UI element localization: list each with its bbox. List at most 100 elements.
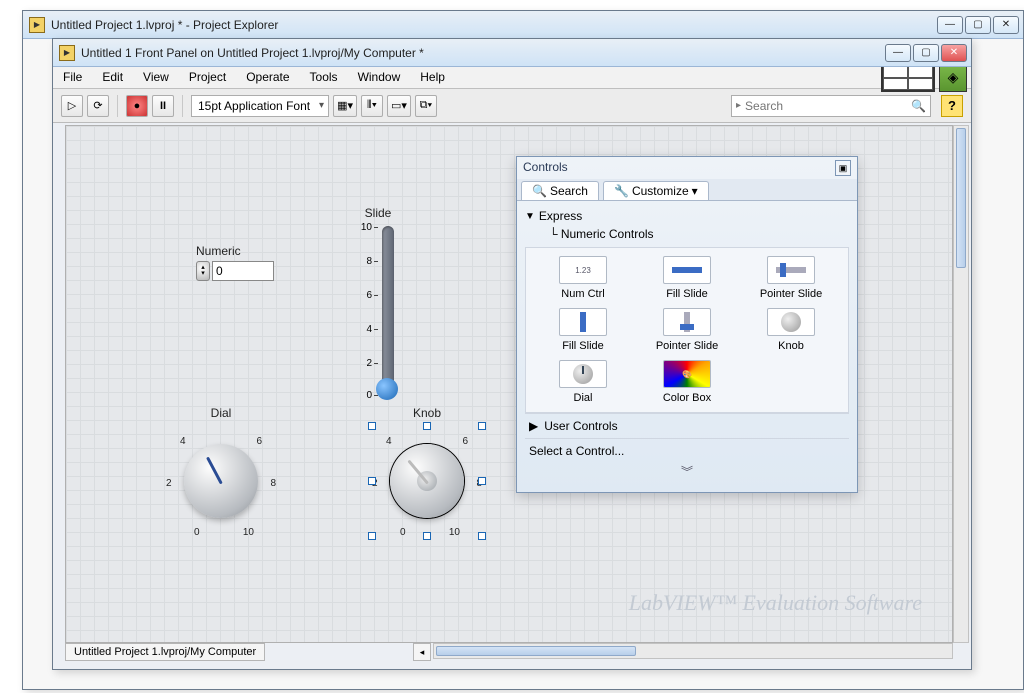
close-button[interactable]: ✕ — [993, 16, 1019, 34]
menu-window[interactable]: Window — [348, 67, 411, 88]
expand-icon: ▶ — [529, 419, 538, 433]
maximize-button[interactable]: ▢ — [913, 44, 939, 62]
vertical-scrollbar[interactable] — [953, 125, 969, 643]
resize-button[interactable]: ▭▾ — [387, 95, 411, 117]
menu-project[interactable]: Project — [179, 67, 236, 88]
numeric-input[interactable] — [212, 261, 274, 281]
minimize-button[interactable]: — — [937, 16, 963, 34]
reorder-button[interactable]: ⧉▾ — [415, 95, 437, 117]
palette-item-fill-slide-h[interactable]: Fill Slide — [638, 256, 736, 300]
scrollbar-thumb[interactable] — [436, 646, 636, 656]
menu-view[interactable]: View — [133, 67, 179, 88]
run-continuous-button[interactable]: ⟳ — [87, 95, 109, 117]
panel-pattern-icon[interactable] — [881, 64, 935, 92]
dial-tick: 2 — [166, 478, 172, 489]
palette-item-pointer-slide-h[interactable]: Pointer Slide — [742, 256, 840, 300]
search-icon: 🔍 — [911, 99, 926, 113]
horizontal-scrollbar[interactable] — [433, 643, 953, 659]
knob-control[interactable]: Knob 0 2 4 6 8 10 — [372, 406, 482, 536]
knob-tick: 0 — [400, 527, 406, 538]
dial-tick: 8 — [270, 478, 276, 489]
distribute-button[interactable]: ⫴▾ — [361, 95, 383, 117]
palette-subcategory: └ Numeric Controls — [525, 227, 849, 247]
numeric-spinner[interactable]: ▴▾ — [196, 261, 210, 281]
project-explorer-titlebar: Untitled Project 1.lvproj * - Project Ex… — [23, 11, 1023, 39]
dial-tick: 10 — [243, 527, 254, 538]
palette-search-tab[interactable]: 🔍Search — [521, 181, 599, 200]
selection-handle[interactable] — [478, 532, 486, 540]
controls-palette[interactable]: Controls ▣ 🔍Search 🔧Customize▾ ▼ Express… — [516, 156, 858, 493]
toolbar-search[interactable]: ▸ 🔍 — [731, 95, 931, 117]
knob-label: Knob — [372, 406, 482, 420]
font-selector[interactable]: 15pt Application Font — [191, 95, 329, 117]
numeric-control[interactable]: Numeric ▴▾ — [196, 244, 274, 281]
slide-tick: 4 — [348, 324, 378, 335]
palette-item-pointer-slide-v[interactable]: Pointer Slide — [638, 308, 736, 352]
slide-tick: 10 — [348, 222, 378, 233]
status-tab-nav[interactable]: ◂ — [413, 643, 431, 661]
palette-select-control[interactable]: Select a Control... — [525, 438, 849, 463]
palette-title[interactable]: Controls ▣ — [517, 157, 857, 179]
palette-category-express[interactable]: ▼ Express — [525, 205, 849, 227]
close-button[interactable]: ✕ — [941, 44, 967, 62]
numeric-label: Numeric — [196, 244, 274, 258]
vi-icon[interactable]: ◈ — [939, 64, 967, 92]
palette-item-num-ctrl[interactable]: 1.23Num Ctrl — [534, 256, 632, 300]
selection-handle[interactable] — [478, 422, 486, 430]
knob-tick: 10 — [449, 527, 460, 538]
labview-icon — [29, 17, 45, 33]
slide-tick: 2 — [348, 358, 378, 369]
palette-category-label: Express — [539, 209, 582, 223]
separator — [117, 95, 118, 117]
front-panel-window: Untitled 1 Front Panel on Untitled Proje… — [52, 38, 972, 670]
context-help-button[interactable]: ? — [941, 95, 963, 117]
abort-button[interactable]: ● — [126, 95, 148, 117]
palette-item-knob[interactable]: Knob — [742, 308, 840, 352]
menu-edit[interactable]: Edit — [92, 67, 133, 88]
front-panel-title: Untitled 1 Front Panel on Untitled Proje… — [81, 46, 883, 60]
dial-control[interactable]: Dial 0 2 4 6 8 10 — [166, 406, 276, 536]
selection-handle[interactable] — [478, 477, 486, 485]
slide-control[interactable]: Slide 10 8 6 4 2 0 — [348, 206, 408, 400]
wrench-icon: 🔧 — [614, 184, 629, 198]
slide-tick: 6 — [348, 290, 378, 301]
status-path-tab[interactable]: Untitled Project 1.lvproj/My Computer — [65, 643, 265, 661]
palette-customize-tab[interactable]: 🔧Customize▾ — [603, 181, 709, 200]
front-panel-titlebar: Untitled 1 Front Panel on Untitled Proje… — [53, 39, 971, 67]
collapse-icon: ▼ — [525, 211, 535, 222]
minimize-button[interactable]: — — [885, 44, 911, 62]
selection-handle[interactable] — [368, 477, 376, 485]
menu-tools[interactable]: Tools — [300, 67, 348, 88]
selection-handle[interactable] — [368, 532, 376, 540]
palette-item-dial[interactable]: Dial — [534, 360, 632, 404]
front-panel-canvas[interactable]: Numeric ▴▾ Slide 10 8 6 4 2 0 Dial — [65, 125, 953, 643]
selection-handle[interactable] — [423, 422, 431, 430]
menu-operate[interactable]: Operate — [236, 67, 299, 88]
slide-thumb[interactable] — [376, 378, 398, 400]
search-input[interactable] — [745, 99, 911, 113]
menu-bar: File Edit View Project Operate Tools Win… — [53, 67, 971, 89]
menu-file[interactable]: File — [53, 67, 92, 88]
palette-more-icon[interactable]: ︾ — [525, 463, 849, 484]
project-explorer-title: Untitled Project 1.lvproj * - Project Ex… — [51, 18, 935, 32]
selection-handle[interactable] — [423, 532, 431, 540]
dial-tick: 4 — [180, 436, 186, 447]
palette-item-color-box[interactable]: 🎨Color Box — [638, 360, 736, 404]
slide-track[interactable] — [382, 226, 394, 396]
menu-help[interactable]: Help — [410, 67, 455, 88]
toolbar: ▷ ⟳ ● II 15pt Application Font ▦▾ ⫴▾ ▭▾ … — [53, 89, 971, 123]
separator — [182, 95, 183, 117]
palette-user-controls[interactable]: ▶User Controls — [525, 413, 849, 438]
palette-pin-button[interactable]: ▣ — [835, 160, 851, 176]
search-icon: 🔍 — [532, 184, 547, 198]
pause-button[interactable]: II — [152, 95, 174, 117]
labview-icon — [59, 45, 75, 61]
align-button[interactable]: ▦▾ — [333, 95, 357, 117]
slide-tick: 0 — [348, 390, 378, 401]
run-button[interactable]: ▷ — [61, 95, 83, 117]
palette-item-fill-slide-v[interactable]: Fill Slide — [534, 308, 632, 352]
scrollbar-thumb[interactable] — [956, 128, 966, 268]
selection-handle[interactable] — [368, 422, 376, 430]
maximize-button[interactable]: ▢ — [965, 16, 991, 34]
dial-tick: 6 — [256, 436, 262, 447]
